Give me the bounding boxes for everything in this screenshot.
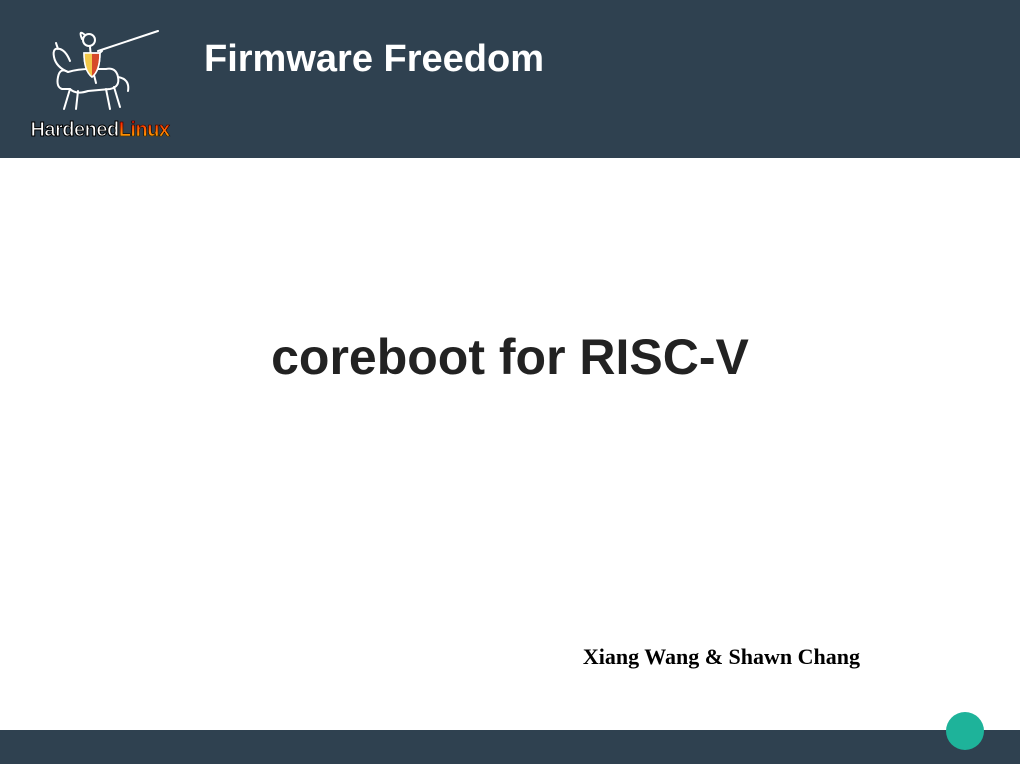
header-tagline: Firmware Freedom: [204, 38, 544, 81]
slide-content: coreboot for RISC-V Xiang Wang & Shawn C…: [0, 158, 1020, 730]
accent-dot-icon: [946, 712, 984, 750]
slide-authors: Xiang Wang & Shawn Chang: [583, 644, 860, 670]
slide-header: Hardened Linux Firmware Freedom: [0, 0, 1020, 158]
knight-logo-icon: [40, 17, 160, 117]
slide-title: coreboot for RISC-V: [0, 328, 1020, 386]
logo-block: Hardened Linux: [10, 17, 190, 142]
slide-footer: [0, 730, 1020, 764]
logo-text: Hardened Linux: [30, 119, 169, 142]
logo-text-hardened: Hardened: [30, 119, 118, 142]
logo-text-linux: Linux: [119, 119, 170, 142]
